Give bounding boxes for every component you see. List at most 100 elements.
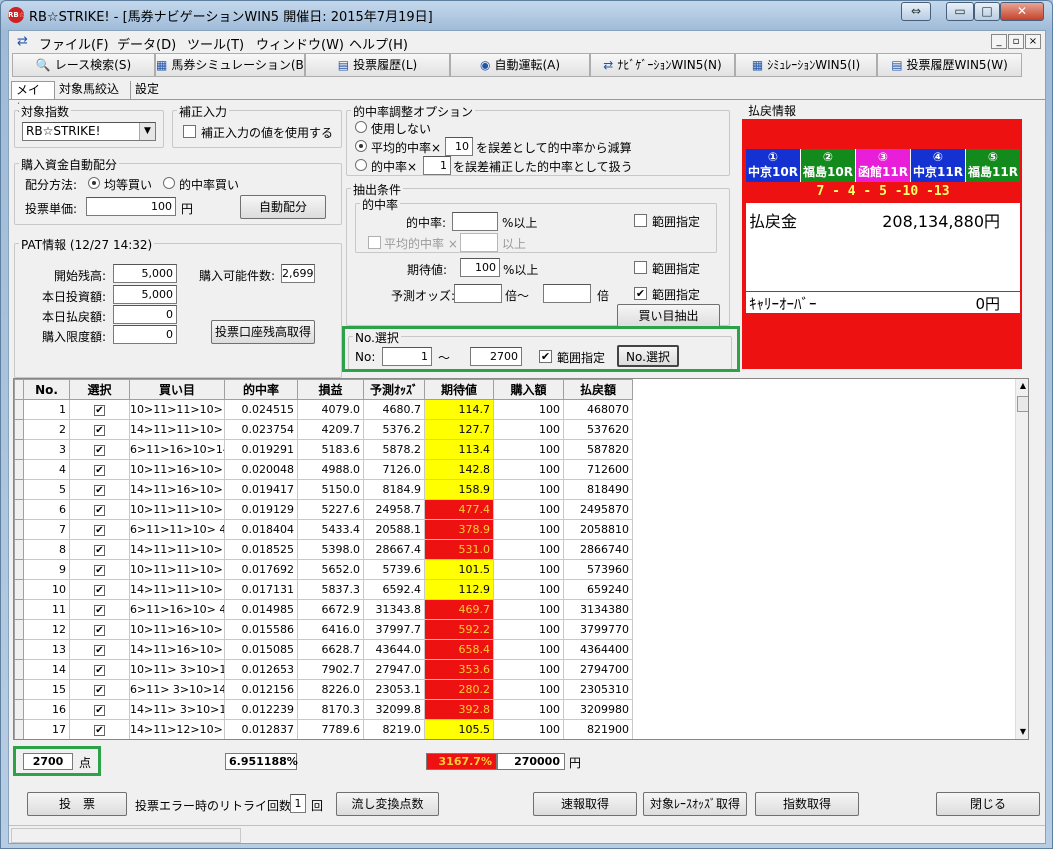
- equal-bet-radio[interactable]: [88, 177, 100, 189]
- odds-max-input[interactable]: [543, 284, 591, 303]
- row-selector[interactable]: [14, 419, 24, 440]
- adjust-hit-input[interactable]: 1: [423, 156, 451, 175]
- row-selector[interactable]: [14, 459, 24, 480]
- select-checkbox[interactable]: ✔: [94, 465, 105, 476]
- tab-settings[interactable]: 設定: [131, 81, 167, 99]
- column-header[interactable]: 購入額: [493, 379, 564, 400]
- menu-data[interactable]: データ(D): [115, 33, 178, 54]
- table-row[interactable]: 5 ✔ 14>11>16>10>140.0194175150.08184.9158.…: [14, 479, 1015, 500]
- select-cell[interactable]: ✔: [69, 599, 130, 620]
- scroll-thumb[interactable]: [1017, 396, 1028, 412]
- select-checkbox[interactable]: ✔: [94, 585, 105, 596]
- odds-range-checkbox[interactable]: ✔: [634, 287, 647, 300]
- expected-range-checkbox[interactable]: [634, 261, 647, 274]
- select-checkbox[interactable]: ✔: [94, 625, 105, 636]
- select-checkbox[interactable]: ✔: [94, 545, 105, 556]
- row-selector[interactable]: [14, 639, 24, 660]
- select-cell[interactable]: ✔: [69, 639, 130, 660]
- vote-history-win5-button[interactable]: ▤ 投票履歴WIN5(W): [877, 53, 1022, 77]
- select-cell[interactable]: ✔: [69, 699, 130, 720]
- table-row[interactable]: 4 ✔ 10>11>16>10>140.0200484988.07126.0142.…: [14, 459, 1015, 480]
- mdi-minimize-button[interactable]: _: [991, 34, 1007, 49]
- restore-caption-button[interactable]: ⇔: [901, 2, 931, 21]
- unit-price-input[interactable]: 100: [86, 197, 176, 216]
- row-selector[interactable]: [14, 499, 24, 520]
- table-row[interactable]: 13 ✔ 14>11>16>10> 4 0.015085 6628.7 43644.0 65…: [14, 639, 1015, 660]
- race-search-button[interactable]: 🔍 レース検索(S): [12, 53, 155, 77]
- select-cell[interactable]: ✔: [69, 619, 130, 640]
- select-checkbox[interactable]: ✔: [94, 665, 105, 676]
- hit-rate-range-checkbox[interactable]: [634, 214, 647, 227]
- table-row[interactable]: 2 ✔ 14>11>11>10>140.0237544209.75376.2127.…: [14, 419, 1015, 440]
- title-bar[interactable]: RB☆ RB☆STRIKE! - [馬券ナビゲーションWIN5 開催日: 201…: [1, 1, 1052, 29]
- row-selector[interactable]: [14, 699, 24, 720]
- select-checkbox[interactable]: ✔: [94, 505, 105, 516]
- row-selector[interactable]: [14, 579, 24, 600]
- average-hit-checkbox[interactable]: [368, 236, 381, 249]
- select-checkbox[interactable]: ✔: [94, 565, 105, 576]
- table-row[interactable]: 12 ✔ 10>11>16>10> 4 0.015586 6416.0 37997.7 59…: [14, 619, 1015, 640]
- close-button[interactable]: 閉じる: [936, 792, 1040, 816]
- adjust-average-radio[interactable]: [355, 140, 367, 152]
- table-row[interactable]: 10 ✔ 14>11>11>10>100.0171315837.36592.4112…: [14, 579, 1015, 600]
- select-cell[interactable]: ✔: [69, 719, 130, 739]
- select-checkbox[interactable]: ✔: [94, 605, 105, 616]
- auto-run-button[interactable]: ◉ 自動運転(A): [450, 53, 590, 77]
- column-header[interactable]: 選択: [69, 379, 130, 400]
- menu-file[interactable]: ファイル(F): [37, 33, 111, 54]
- select-checkbox[interactable]: ✔: [94, 445, 105, 456]
- table-row[interactable]: 1 ✔ 10>11>11>10>140.0245154079.04680.7114.…: [14, 399, 1015, 420]
- table-row[interactable]: 9 ✔ 10>11>11>10>100.0176925652.05739.6101.…: [14, 559, 1015, 580]
- table-row[interactable]: 15 ✔ 6>11> 3>10>14 0.012156 8226.0 23053.1 280…: [14, 679, 1015, 700]
- scroll-up-icon[interactable]: ▲: [1016, 379, 1028, 393]
- adjust-hit-radio[interactable]: [355, 159, 367, 171]
- select-cell[interactable]: ✔: [69, 679, 130, 700]
- row-selector[interactable]: [14, 539, 24, 560]
- auto-allocate-button[interactable]: 自動配分: [240, 195, 326, 219]
- column-header[interactable]: 買い目: [129, 379, 225, 400]
- table-row[interactable]: 16 ✔ 14>11> 3>10>14 0.012239 8170.3 32099.8 39…: [14, 699, 1015, 720]
- hit-rate-bet-radio[interactable]: [163, 177, 175, 189]
- select-cell[interactable]: ✔: [69, 419, 130, 440]
- adjust-average-input[interactable]: 10: [445, 137, 473, 156]
- tab-main[interactable]: メイン: [11, 81, 55, 114]
- convert-points-button[interactable]: 流し変換点数: [336, 792, 439, 816]
- menu-help[interactable]: ヘルプ(H): [347, 33, 410, 54]
- menu-tools[interactable]: ツール(T): [185, 33, 246, 54]
- column-header[interactable]: 期待値: [424, 379, 494, 400]
- table-row[interactable]: 6 ✔ 10>11>11>10> 4 0.019129 5227.6 24958.7 477…: [14, 499, 1015, 520]
- use-correction-checkbox[interactable]: [183, 125, 196, 138]
- fetch-quick-button[interactable]: 速報取得: [533, 792, 637, 816]
- select-checkbox[interactable]: ✔: [94, 725, 105, 736]
- fetch-odds-button[interactable]: 対象ﾚｰｽｵｯｽﾞ取得: [643, 792, 747, 816]
- column-header[interactable]: 的中率: [224, 379, 298, 400]
- column-header[interactable]: 払戻額: [563, 379, 633, 400]
- select-cell[interactable]: ✔: [69, 479, 130, 500]
- adjust-none-radio[interactable]: [355, 121, 367, 133]
- select-cell[interactable]: ✔: [69, 439, 130, 460]
- simulation-win5-button[interactable]: ▦ ｼﾐｭﾚｰｼｮﾝWIN5(I): [735, 53, 877, 77]
- odds-min-input[interactable]: [454, 284, 502, 303]
- column-header[interactable]: 予測ｵｯｽﾞ: [363, 379, 425, 400]
- close-window-button[interactable]: ✕: [1000, 2, 1044, 21]
- vote-history-button[interactable]: ▤ 投票履歴(L): [305, 53, 450, 77]
- row-selector[interactable]: [14, 439, 24, 460]
- table-row[interactable]: 11 ✔ 6>11>16>10> 4 0.014985 6672.9 31343.8 469…: [14, 599, 1015, 620]
- select-checkbox[interactable]: ✔: [94, 705, 105, 716]
- chevron-down-icon[interactable]: ▼: [139, 123, 155, 140]
- select-cell[interactable]: ✔: [69, 519, 130, 540]
- vote-button[interactable]: 投 票: [27, 792, 127, 816]
- select-cell[interactable]: ✔: [69, 579, 130, 600]
- select-checkbox[interactable]: ✔: [94, 525, 105, 536]
- target-index-select[interactable]: RB☆STRIKE!: [22, 122, 156, 141]
- bet-simulation-button[interactable]: ▦ 馬券シミュレーション(B): [155, 53, 308, 77]
- select-cell[interactable]: ✔: [69, 539, 130, 560]
- row-selector[interactable]: [14, 559, 24, 580]
- retry-count-input[interactable]: 1: [290, 794, 306, 813]
- column-header[interactable]: No.: [23, 379, 70, 400]
- row-selector[interactable]: [14, 399, 24, 420]
- column-header[interactable]: 損益: [297, 379, 364, 400]
- maximize-button[interactable]: □: [974, 2, 1000, 21]
- vertical-scrollbar[interactable]: ▲ ▼: [1015, 379, 1028, 739]
- row-selector[interactable]: [14, 719, 24, 739]
